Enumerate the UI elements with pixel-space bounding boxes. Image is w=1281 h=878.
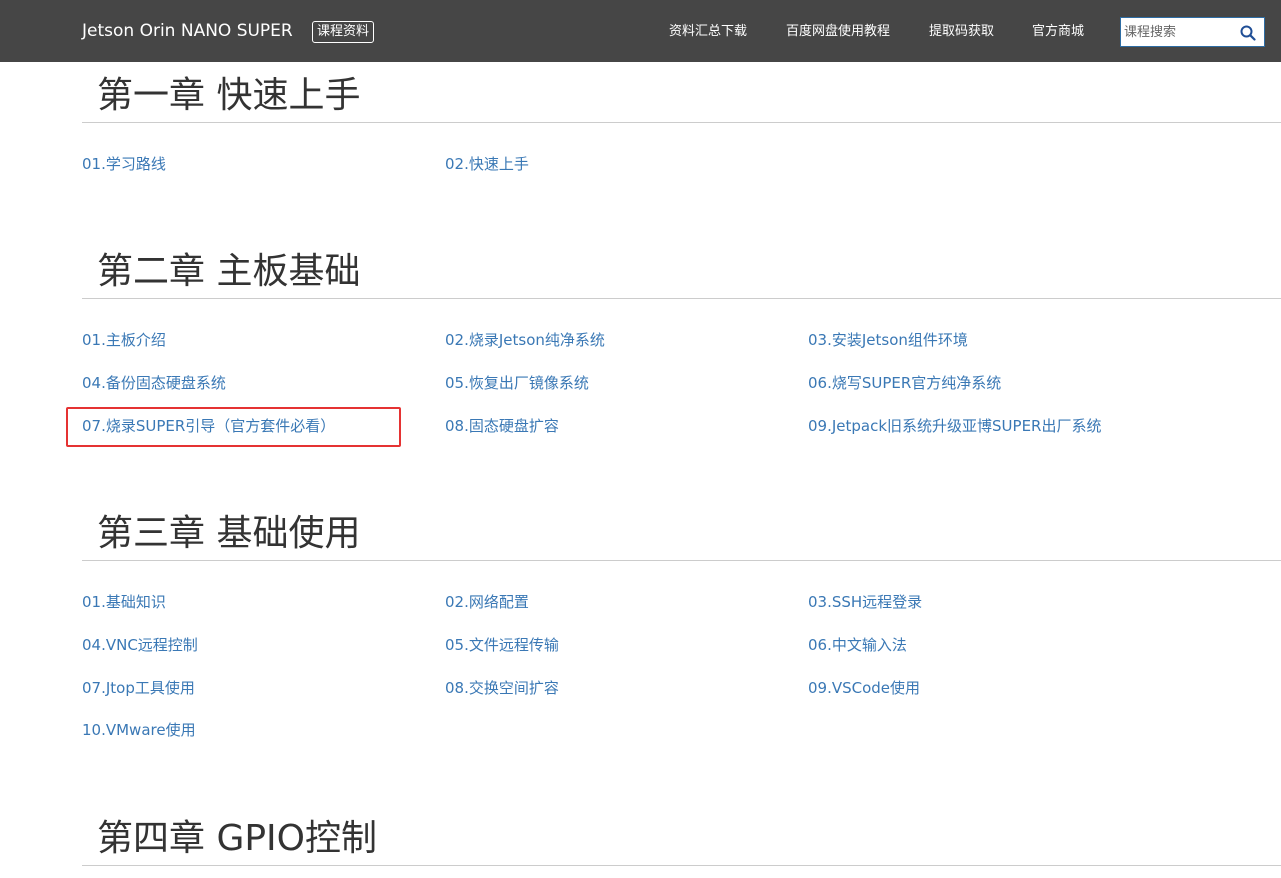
lesson-link[interactable]: 01.主板介绍: [82, 330, 166, 350]
lesson-link[interactable]: 08.交换空间扩容: [445, 678, 559, 698]
lesson-link[interactable]: 04.备份固态硬盘系统: [82, 373, 226, 393]
lesson-link[interactable]: 06.烧写SUPER官方纯净系统: [808, 373, 1001, 393]
lesson-link[interactable]: 01.学习路线: [82, 154, 166, 174]
search-box: [1120, 17, 1265, 47]
lesson-link[interactable]: 02.网络配置: [445, 592, 529, 612]
chapter-divider: [82, 865, 1281, 866]
site-brand[interactable]: Jetson Orin NANO SUPER: [82, 20, 293, 42]
lesson-link[interactable]: 05.恢复出厂镜像系统: [445, 373, 589, 393]
lesson-link[interactable]: 06.中文输入法: [808, 635, 907, 655]
top-navbar: Jetson Orin NANO SUPER 课程资料 资料汇总下载 百度网盘使…: [0, 0, 1281, 62]
lesson-link[interactable]: 05.文件远程传输: [445, 635, 559, 655]
lesson-link[interactable]: 03.SSH远程登录: [808, 592, 922, 612]
lesson-link[interactable]: 04.VNC远程控制: [82, 635, 198, 655]
search-icon[interactable]: [1240, 25, 1256, 41]
chapter-divider: [82, 560, 1281, 561]
lesson-link[interactable]: 08.固态硬盘扩容: [445, 416, 559, 436]
chapter-divider: [82, 298, 1281, 299]
lesson-link[interactable]: 02.快速上手: [445, 154, 529, 174]
lesson-link[interactable]: 03.安装Jetson组件环境: [808, 330, 968, 350]
chapter-divider: [82, 122, 1281, 123]
lesson-link[interactable]: 09.Jetpack旧系统升级亚博SUPER出厂系统: [808, 416, 1101, 436]
lesson-link[interactable]: 01.基础知识: [82, 592, 166, 612]
chapter-title: 第二章 主板基础: [97, 251, 361, 292]
nav-link-baidu-tutorial[interactable]: 百度网盘使用教程: [786, 23, 890, 41]
lesson-link[interactable]: 07.Jtop工具使用: [82, 678, 195, 698]
lesson-link[interactable]: 09.VSCode使用: [808, 678, 920, 698]
search-input[interactable]: [1124, 21, 1234, 43]
lesson-link[interactable]: 07.烧录SUPER引导（官方套件必看）: [82, 416, 335, 436]
lesson-link[interactable]: 02.烧录Jetson纯净系统: [445, 330, 605, 350]
nav-link-downloads[interactable]: 资料汇总下载: [669, 23, 747, 41]
chapter-title: 第三章 基础使用: [97, 513, 361, 554]
nav-link-extract-code[interactable]: 提取码获取: [929, 23, 994, 41]
course-materials-badge[interactable]: 课程资料: [312, 21, 375, 43]
lesson-link[interactable]: 10.VMware使用: [82, 720, 196, 740]
nav-link-official-store[interactable]: 官方商城: [1032, 23, 1084, 41]
chapter-title: 第四章 GPIO控制: [97, 818, 378, 859]
chapter-title: 第一章 快速上手: [97, 75, 361, 116]
